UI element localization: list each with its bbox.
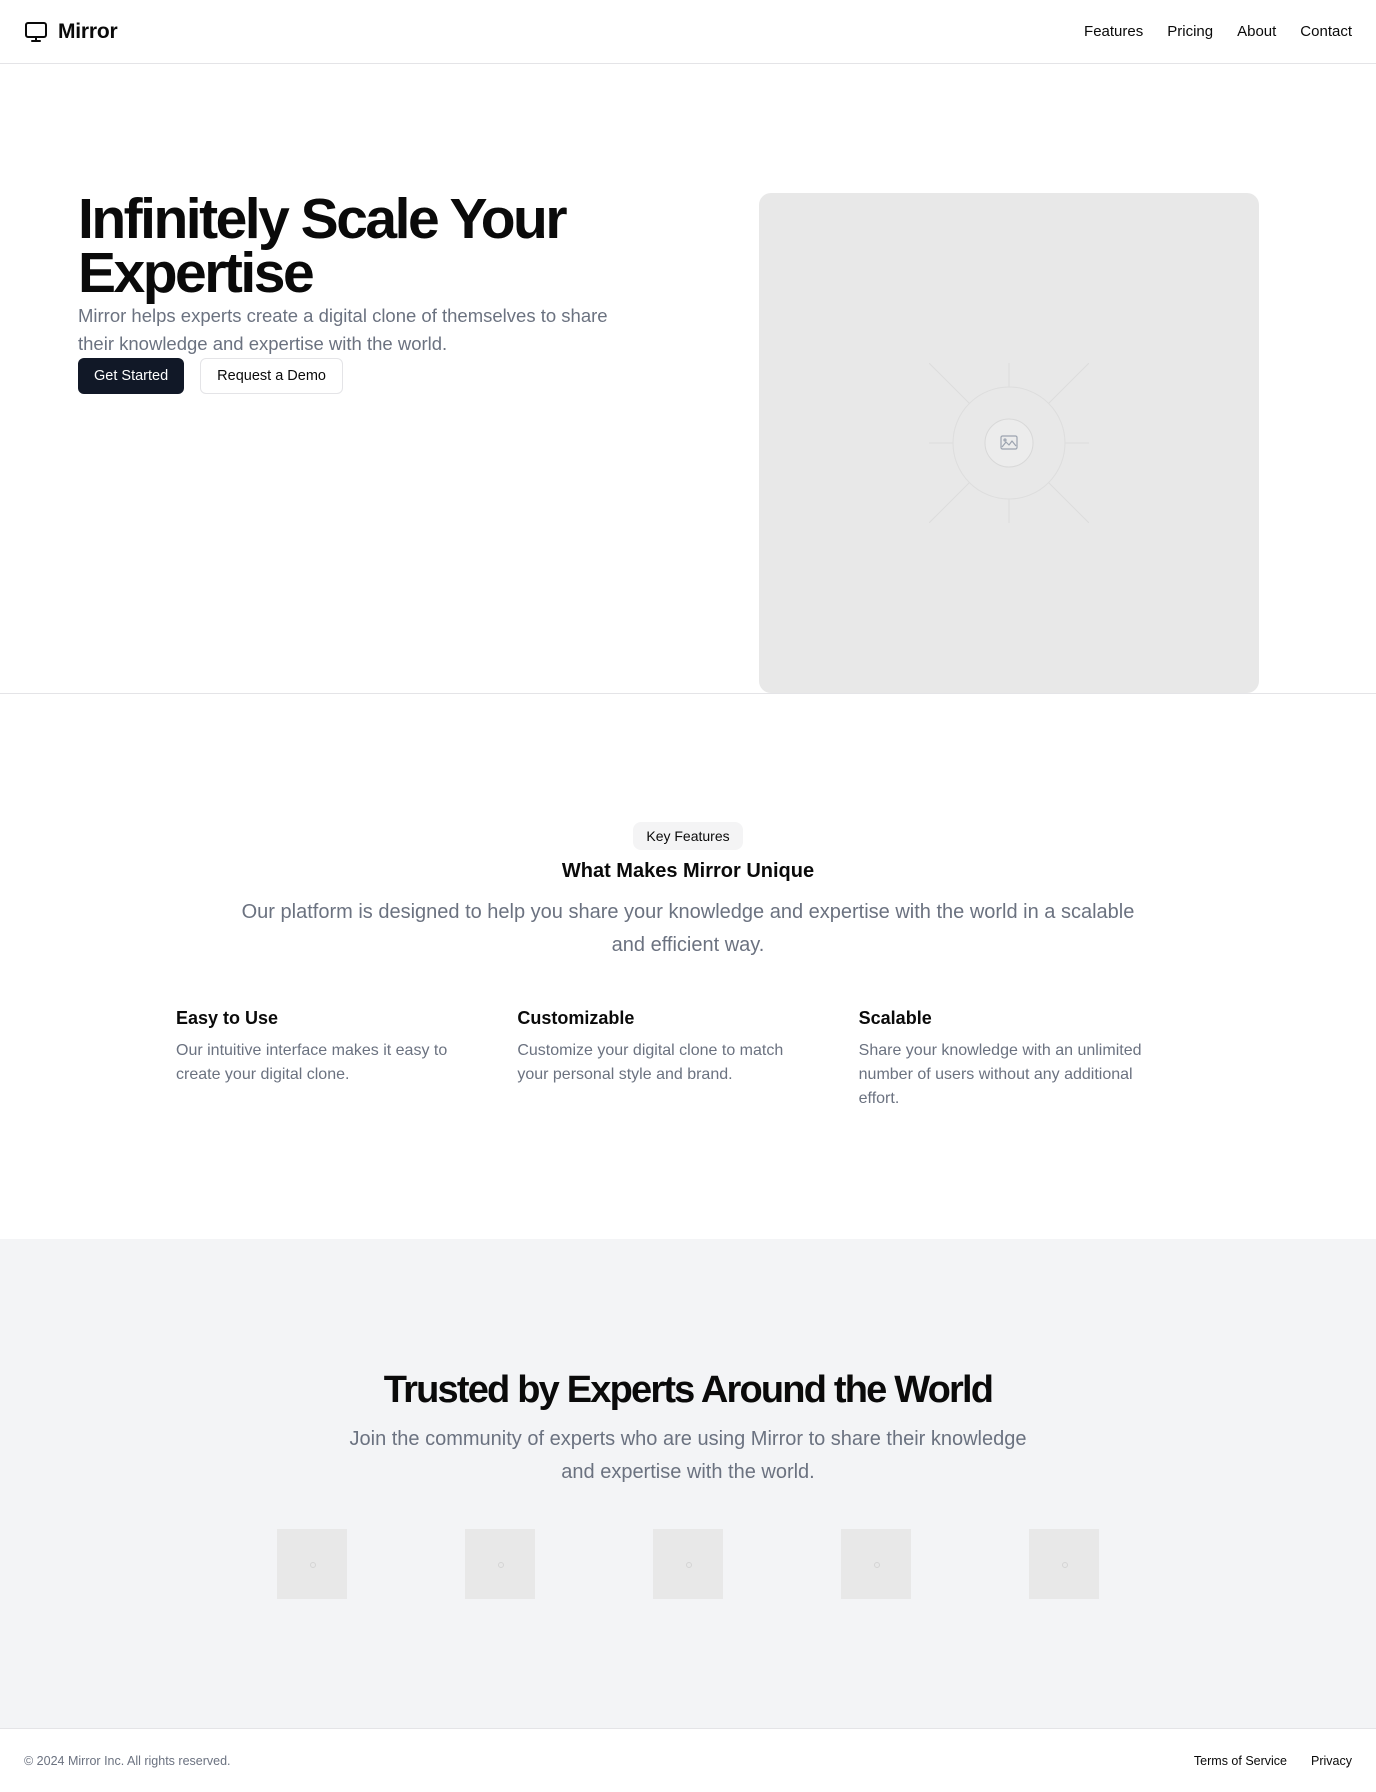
feature-easy-to-use: Easy to Use Our intuitive interface make… [176,1008,517,1111]
site-footer: © 2024 Mirror Inc. All rights reserved. … [0,1728,1376,1792]
brand-link[interactable]: Mirror [24,19,118,44]
brand-name: Mirror [58,19,118,43]
hero-buttons: Get Started Request a Demo [78,358,343,394]
site-header: Mirror Features Pricing About Contact [0,0,1376,64]
partner-logo-placeholder [465,1529,535,1599]
hero-section: Infinitely Scale Your Expertise Mirror h… [0,64,1376,694]
trusted-title: Trusted by Experts Around the World [383,1369,994,1411]
nav-link-about[interactable]: About [1237,23,1276,40]
feature-customizable: Customizable Customize your digital clon… [517,1008,858,1111]
key-features-badge: Key Features [633,822,743,850]
partner-logo-placeholder [277,1529,347,1599]
feature-title: Easy to Use [176,1008,279,1028]
nav-link-contact[interactable]: Contact [1300,23,1352,40]
hero-subtitle: Mirror helps experts create a digital cl… [78,305,608,354]
feature-list: Easy to Use Our intuitive interface make… [176,1008,1200,1111]
privacy-link[interactable]: Privacy [1311,1754,1352,1768]
get-started-button[interactable]: Get Started [78,358,185,394]
hero-title: Infinitely Scale Your Expertise [78,187,568,305]
features-subtitle: Our platform is designed to help you sha… [241,901,1135,956]
trusted-subtitle: Join the community of experts who are us… [349,1428,1027,1483]
hero-image-placeholder [759,193,1259,693]
main-nav: Features Pricing About Contact [1084,23,1352,40]
feature-description: Customize your digital clone to match yo… [517,1042,784,1083]
features-title: What Makes Mirror Unique [561,860,815,882]
feature-title: Customizable [517,1008,635,1028]
partner-logo-placeholder [653,1529,723,1599]
nav-link-pricing[interactable]: Pricing [1167,23,1213,40]
trusted-section: Trusted by Experts Around the World Join… [0,1239,1376,1728]
footer-nav: Terms of Service Privacy [1194,1754,1352,1768]
page: Mirror Features Pricing About Contact In… [0,0,1376,1792]
feature-description: Share your knowledge with an unlimited n… [858,1042,1142,1107]
feature-title: Scalable [858,1008,932,1028]
copyright-text: © 2024 Mirror Inc. All rights reserved. [24,1753,231,1768]
feature-description: Our intuitive interface makes it easy to… [176,1042,448,1083]
monitor-icon [24,20,48,44]
features-section: Key Features What Makes Mirror Unique Ou… [0,694,1376,1239]
partner-logo-placeholder [841,1529,911,1599]
image-placeholder-icon [929,363,1089,523]
nav-link-features[interactable]: Features [1084,23,1143,40]
partner-logos [277,1529,1099,1599]
terms-of-service-link[interactable]: Terms of Service [1194,1754,1287,1768]
feature-scalable: Scalable Share your knowledge with an un… [859,1008,1200,1111]
partner-logo-placeholder [1029,1529,1099,1599]
request-demo-button[interactable]: Request a Demo [200,358,343,394]
